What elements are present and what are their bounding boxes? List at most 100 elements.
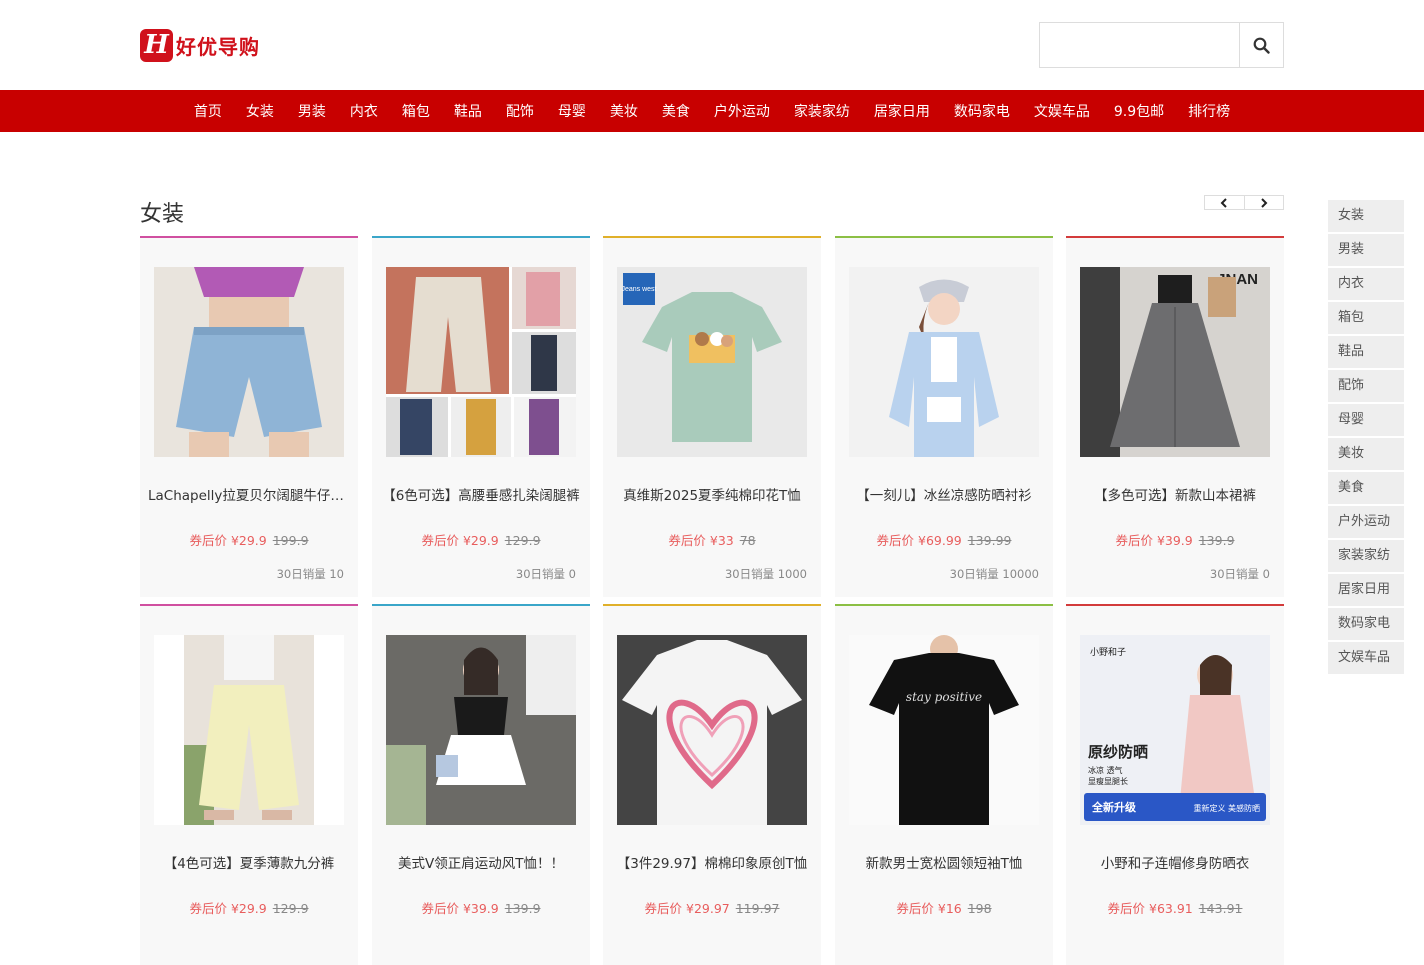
nav-item[interactable]: 鞋品 [454,101,482,121]
sidebar-item[interactable]: 内衣 [1328,268,1404,300]
nav-item[interactable]: 家装家纺 [794,101,850,121]
nav-item[interactable]: 数码家电 [954,101,1010,121]
product-title[interactable]: 【3件29.97】棉棉印象原创T恤 [611,852,813,872]
price-label: 券后价 [896,901,934,916]
product-title[interactable]: 【一刻儿】冰丝凉感防晒衬衫 [843,484,1045,504]
original-price: 143.91 [1198,901,1243,916]
sidebar-item[interactable]: 女装 [1328,200,1404,232]
product-title[interactable]: 【6色可选】高腰垂感扎染阔腿裤 [380,484,582,504]
product-price: 券后价 ¥39.9 139.9 [372,898,590,917]
product-image[interactable] [386,635,576,825]
svg-text:冰凉 透气: 冰凉 透气 [1088,765,1123,775]
card-accent-bar [1066,236,1284,238]
price-value: ¥16 [937,901,962,916]
site-logo[interactable]: H 好优导购 [140,29,260,62]
nav-item[interactable]: 配饰 [506,101,534,121]
product-card[interactable]: 【6色可选】高腰垂感扎染阔腿裤 券后价 ¥29.9 129.9 30日销量 0 [372,236,590,597]
nav-item[interactable]: 文娱车品 [1034,101,1090,121]
nav-item[interactable]: 排行榜 [1188,101,1230,121]
product-title[interactable]: 【多色可选】新款山本裙裤 [1074,484,1276,504]
sidebar-item[interactable]: 数码家电 [1328,608,1404,640]
nav-item[interactable]: 户外运动 [714,101,770,121]
sidebar-item[interactable]: 居家日用 [1328,574,1404,606]
original-price: 198 [967,901,992,916]
nav-item[interactable]: 女装 [246,101,274,121]
price-value: ¥39.9 [462,901,499,916]
sidebar-item[interactable]: 文娱车品 [1328,642,1404,674]
sidebar-item[interactable]: 户外运动 [1328,506,1404,538]
product-image[interactable] [154,635,344,825]
price-value: ¥33 [709,533,734,548]
product-image[interactable] [617,635,807,825]
product-card[interactable]: stay positive 新款男士宽松圆领短袖T恤 券后价 ¥16 198 [835,604,1053,965]
product-image[interactable] [154,267,344,457]
nav-item[interactable]: 母婴 [558,101,586,121]
sidebar-item[interactable]: 美妆 [1328,438,1404,470]
price-value: ¥69.99 [918,533,962,548]
product-card[interactable]: 【4色可选】夏季薄款九分裤 券后价 ¥29.9 129.9 [140,604,358,965]
main-nav: 首页 女装 男装 内衣 箱包 鞋品 配饰 母婴 美妆 美食 户外运动 家装家纺 居家日用 数码家电 文娱车品… [0,90,1424,132]
sidebar-item[interactable]: 母婴 [1328,404,1404,436]
nav-item[interactable]: 箱包 [402,101,430,121]
sidebar-item[interactable]: 鞋品 [1328,336,1404,368]
price-label: 券后价 [1107,901,1146,916]
price-label: 券后价 [189,901,227,916]
product-card[interactable]: 小野和子 原纱防晒 冰凉 透气 显瘦显腿长 全新升级 重新定义 美感防晒 小野和… [1066,604,1284,965]
product-title[interactable]: 真维斯2025夏季纯棉印花T恤 [611,484,813,504]
next-button[interactable] [1245,196,1284,209]
product-title[interactable]: 美式V领正肩运动风T恤！！ [380,852,582,872]
original-price: 129.9 [272,901,309,916]
product-image[interactable]: stay positive [849,635,1039,825]
price-value: ¥29.97 [686,901,730,916]
original-price: 139.9 [1198,533,1235,548]
nav-item[interactable]: 美妆 [610,101,638,121]
product-image[interactable]: 小野和子 原纱防晒 冰凉 透气 显瘦显腿长 全新升级 重新定义 美感防晒 [1080,635,1270,825]
nav-item[interactable]: 男装 [298,101,326,121]
product-image[interactable]: Jeans west [617,267,807,457]
original-price: 119.97 [735,901,780,916]
nav-item[interactable]: 内衣 [350,101,378,121]
sidebar-item[interactable]: 配饰 [1328,370,1404,402]
nav-item[interactable]: 首页 [194,101,222,121]
search-input[interactable] [1040,23,1239,67]
prev-button[interactable] [1205,196,1245,209]
search-button[interactable] [1239,23,1283,67]
price-label: 券后价 [421,901,459,916]
product-title[interactable]: 【4色可选】夏季薄款九分裤 [148,852,350,872]
sidebar-item[interactable]: 美食 [1328,472,1404,504]
product-card[interactable]: Jeans west 真维斯2025夏季纯棉印花T恤 券后价 ¥33 78 30… [603,236,821,597]
svg-text:重新定义 美感防晒: 重新定义 美感防晒 [1193,803,1260,813]
price-value: ¥29.9 [230,533,267,548]
card-accent-bar [1066,604,1284,606]
original-price: 139.99 [967,533,1012,548]
price-value: ¥63.91 [1149,901,1193,916]
product-image[interactable] [386,267,576,457]
sidebar-item[interactable]: 箱包 [1328,302,1404,334]
category-sidebar: 女装 男装 内衣 箱包 鞋品 配饰 母婴 美妆 美食 户外运动 家装家纺 居家日用 数码家电 文娱车品 [1328,200,1404,676]
original-price: 139.9 [504,901,541,916]
product-card[interactable]: 美式V领正肩运动风T恤！！ 券后价 ¥39.9 139.9 [372,604,590,965]
nav-item[interactable]: 居家日用 [874,101,930,121]
product-title[interactable]: LaChapelly拉夏贝尔阔腿牛仔短裤 [148,484,350,504]
nav-item[interactable]: 美食 [662,101,690,121]
price-value: ¥29.9 [230,901,267,916]
product-image[interactable]: JNAN [1080,267,1270,457]
sidebar-item[interactable]: 家装家纺 [1328,540,1404,572]
product-price: 券后价 ¥29.9 199.9 [140,530,358,549]
search-icon [1253,37,1270,54]
product-title[interactable]: 小野和子连帽修身防晒衣 [1074,852,1276,872]
svg-text:小野和子: 小野和子 [1090,647,1126,658]
product-card[interactable]: LaChapelly拉夏贝尔阔腿牛仔短裤 券后价 ¥29.9 199.9 30日… [140,236,358,597]
product-image[interactable] [849,267,1039,457]
product-title[interactable]: 新款男士宽松圆领短袖T恤 [843,852,1045,872]
product-price: 券后价 ¥63.91 143.91 [1066,898,1284,917]
product-card[interactable]: 【一刻儿】冰丝凉感防晒衬衫 券后价 ¥69.99 139.99 30日销量 10… [835,236,1053,597]
product-card[interactable]: JNAN 【多色可选】新款山本裙裤 券后价 ¥39.9 139.9 30日销量 … [1066,236,1284,597]
product-card[interactable]: 【3件29.97】棉棉印象原创T恤 券后价 ¥29.97 119.97 [603,604,821,965]
nav-item[interactable]: 9.9包邮 [1114,101,1164,121]
carousel-pager [1204,195,1284,210]
card-accent-bar [140,604,358,606]
product-price: 券后价 ¥39.9 139.9 [1066,530,1284,549]
product-price: 券后价 ¥29.9 129.9 [140,898,358,917]
sidebar-item[interactable]: 男装 [1328,234,1404,266]
